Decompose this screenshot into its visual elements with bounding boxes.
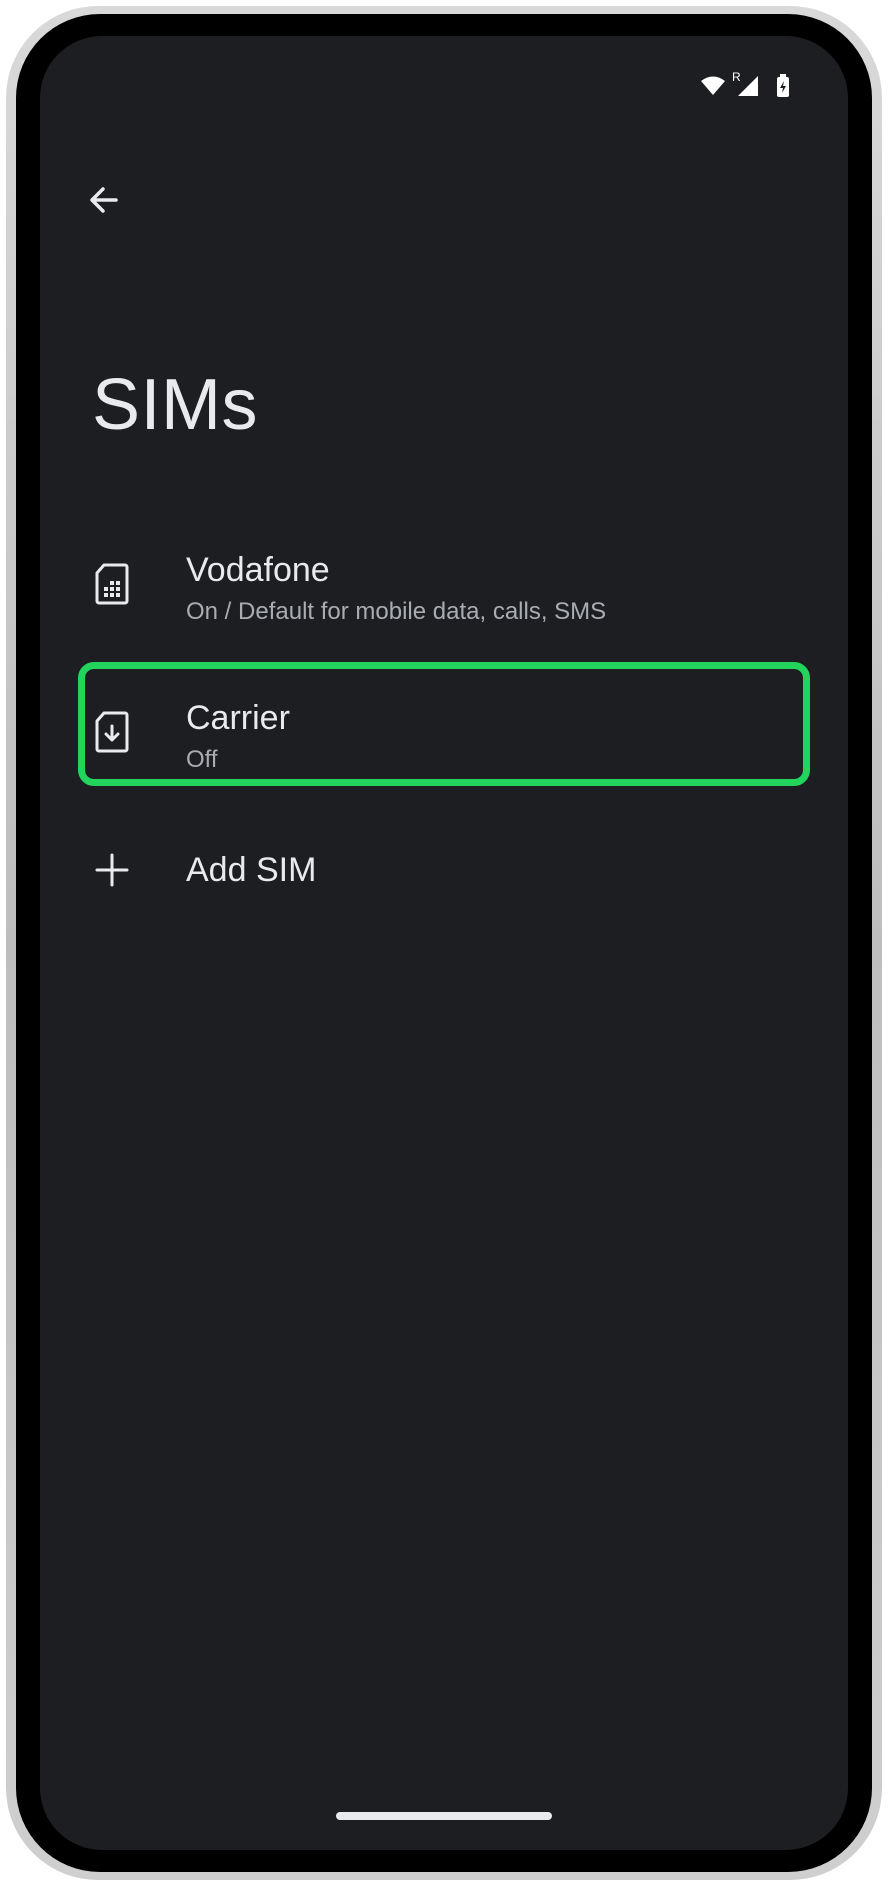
sim-item-subtitle: On / Default for mobile data, calls, SMS <box>186 598 607 625</box>
add-sim-button[interactable]: Add SIM <box>40 814 848 924</box>
cell-signal-icon <box>738 76 758 96</box>
sim-item-subtitle: Off <box>186 746 218 773</box>
screen: R SIMs Vodafone On / Default for mobile … <box>40 36 848 1850</box>
wifi-icon <box>700 75 726 97</box>
sim-item-text: Vodafone On / Default for mobile data, c… <box>186 550 606 628</box>
add-sim-text: Add SIM <box>186 850 316 890</box>
sim-item-title: Vodafone <box>186 551 330 589</box>
sim-item-vodafone[interactable]: Vodafone On / Default for mobile data, c… <box>40 524 848 644</box>
esim-download-icon <box>92 708 132 756</box>
sim-item-title: Carrier <box>186 699 290 737</box>
status-bar: R <box>700 70 790 98</box>
home-indicator[interactable] <box>336 1812 552 1820</box>
page-title: SIMs <box>92 365 259 445</box>
roaming-indicator: R <box>732 70 758 98</box>
phone-frame: R SIMs Vodafone On / Default for mobile … <box>6 6 882 1880</box>
add-sim-label: Add SIM <box>186 851 317 889</box>
phone-bezel: R SIMs Vodafone On / Default for mobile … <box>16 14 872 1872</box>
battery-icon <box>776 74 790 98</box>
sim-card-icon <box>92 560 132 608</box>
sim-item-text: Carrier Off <box>186 698 290 776</box>
back-button[interactable] <box>74 170 134 230</box>
plus-icon <box>92 846 132 894</box>
arrow-left-icon <box>90 187 118 213</box>
sim-item-carrier[interactable]: Carrier Off <box>40 674 848 794</box>
